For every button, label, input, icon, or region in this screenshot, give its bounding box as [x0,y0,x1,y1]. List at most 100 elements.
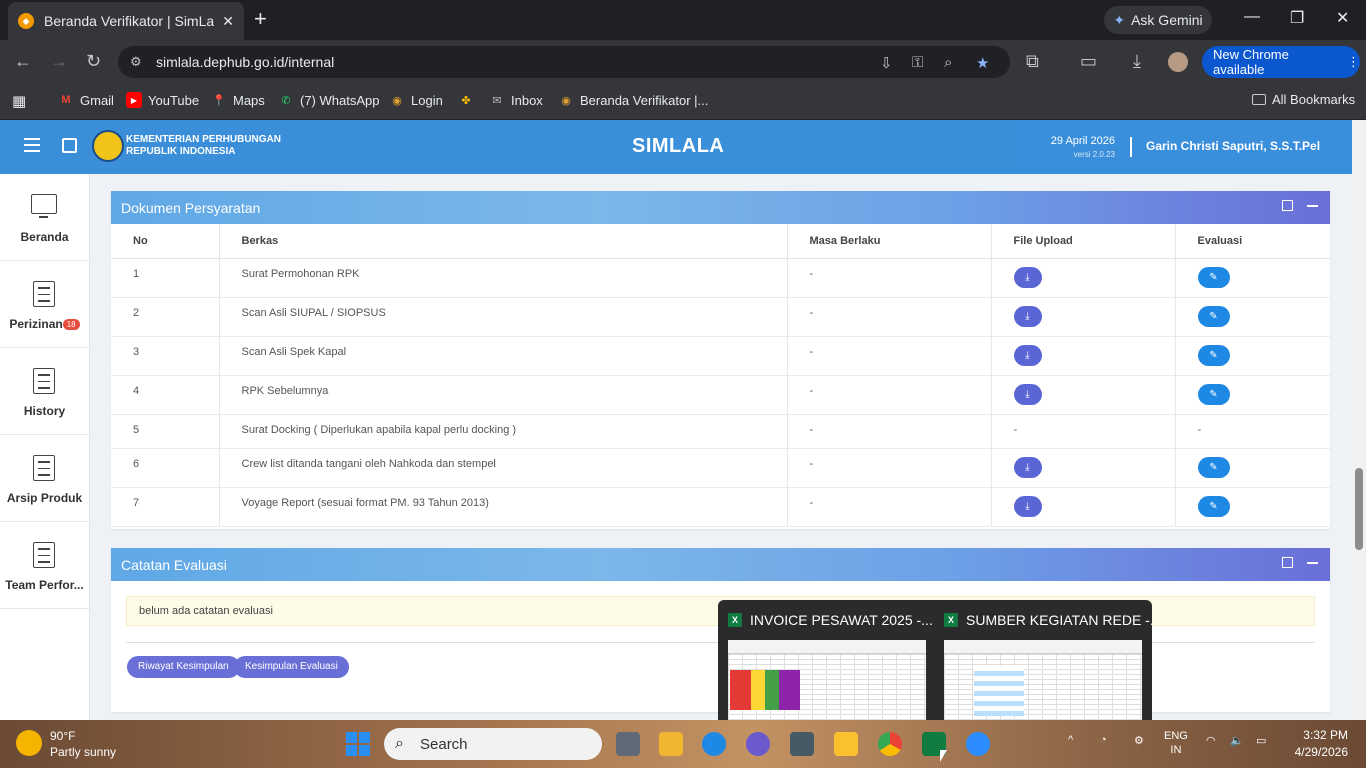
apps-grid-icon[interactable]: ▦ [12,92,26,110]
more-menu-icon: ⋮ [1347,54,1360,69]
ask-gemini-button[interactable]: ✦ Ask Gemini [1104,6,1212,34]
fullscreen-icon[interactable] [62,138,77,153]
file-upload-cell: ⤓ [990,297,1175,337]
org-line-2: REPUBLIK INDONESIA [126,146,236,157]
forward-icon[interactable]: → [50,52,68,70]
edit-icon[interactable]: ✎ [1197,383,1230,405]
show-hidden-icons[interactable]: ^ [1068,734,1073,746]
camera-app-icon[interactable] [790,732,814,756]
perizinan-label: Perizinan [9,317,63,331]
monitor-icon [31,194,57,218]
table-row: 6 Crew list ditanda tangani oleh Nahkoda … [111,448,1330,488]
download-icon[interactable]: ⤓ [1013,266,1042,288]
tab-close-icon[interactable]: ✕ [222,13,234,30]
bookmark-star-icon[interactable]: ★ [976,54,989,72]
page-scrollbar[interactable] [1352,120,1366,720]
restore-icon[interactable]: ❐ [1290,8,1304,28]
user-name[interactable]: Garin Christi Saputri, S.S.T.Pel [1146,139,1320,153]
window-preview[interactable]: X INVOICE PESAWAT 2025 -... [718,600,933,720]
download-icon[interactable]: ⤓ [1013,495,1042,517]
column-header-masa-berlaku: Masa Berlaku [786,224,991,259]
download-icon[interactable]: ⤓ [1013,344,1042,366]
zoom-app-icon[interactable] [966,732,990,756]
windows-start-icon[interactable] [346,732,370,756]
bookmark-inbox[interactable]: ✉ Inbox [489,92,542,108]
sidebar-item-label: Beranda [20,230,69,244]
chrome-icon[interactable] [878,732,902,756]
sidebar-item-team-performance[interactable]: Team Perfor... [0,522,89,609]
new-chrome-available-button[interactable]: New Chrome available ⋮ [1202,46,1360,78]
weather-condition: Partly sunny [50,745,117,759]
taskbar-clock[interactable]: 3:32 PM 4/29/2026 [1295,727,1348,761]
browser-tab-active[interactable]: ◆ Beranda Verifikator | SimLala ✕ [8,2,244,40]
settings-gear-icon[interactable]: ⚙ [1134,734,1144,747]
install-app-icon[interactable]: ⇩ [880,54,893,72]
download-icon[interactable]: ⤓ [1013,383,1042,405]
minimize-icon[interactable]: — [1244,8,1260,26]
bookmark-maps[interactable]: 📍 Maps [211,92,265,108]
sidebar-item-arsip-produk[interactable]: Arsip Produk [0,435,89,522]
extensions-icon[interactable]: ⧉ [1026,52,1039,70]
wifi-icon[interactable]: ◠ [1206,734,1216,747]
table-row: 5 Surat Docking ( Diperlukan apabila kapa… [111,414,1330,449]
collapse-icon[interactable] [1307,562,1318,564]
row-number: 4 [111,375,219,415]
password-key-icon[interactable]: ⚿ [912,54,923,71]
kesimpulan-evaluasi-button[interactable]: Kesimpulan Evaluasi [234,656,349,678]
browser-tab-bar: ◆ Beranda Verifikator | SimLala ✕ + ✦ As… [0,0,1366,40]
bookmark-whatsapp[interactable]: ✆ (7) WhatsApp [278,92,379,108]
window-close-icon[interactable]: ✕ [1336,8,1349,28]
volume-icon[interactable]: 🔈 [1230,734,1244,747]
bookmark-photos[interactable]: ✤ [458,92,480,108]
gemini-sparkle-icon: ✦ [1113,11,1126,28]
language-indicator[interactable]: ENG IN [1164,729,1188,757]
bookmark-login[interactable]: ◉ Login [389,92,443,108]
profile-avatar[interactable] [1168,52,1188,72]
row-number: 3 [111,336,219,376]
taskbar-search[interactable]: ⌕ Search [384,728,602,760]
edit-icon[interactable]: ✎ [1197,266,1230,288]
sidebar-item-perizinan[interactable]: Perizinan 18 [0,261,89,348]
sticky-notes-icon[interactable] [834,732,858,756]
scrollbar-thumb[interactable] [1355,468,1363,550]
download-icon[interactable]: ⤓ [1013,305,1042,327]
expand-icon[interactable] [1282,200,1293,211]
document-icon [33,281,55,307]
new-tab-icon[interactable]: + [254,8,267,30]
bookmark-gmail[interactable]: M Gmail [58,92,114,108]
sidebar-item-label: Arsip Produk [6,491,83,505]
clock-date: 4/29/2026 [1294,745,1348,759]
edit-icon[interactable]: ✎ [1197,456,1230,478]
cast-icon[interactable]: ▭ [1080,52,1097,70]
reload-icon[interactable]: ↻ [86,52,101,70]
edit-icon[interactable]: ✎ [1197,344,1230,366]
expand-icon[interactable] [1282,557,1293,568]
all-bookmarks[interactable]: All Bookmarks [1252,92,1355,107]
tray-app-icon[interactable]: ◔ [1100,734,1107,746]
back-icon[interactable]: ← [14,52,32,70]
file-explorer-icon[interactable] [659,732,683,756]
site-info-icon[interactable]: ⚙ [130,54,146,70]
edit-icon[interactable]: ✎ [1197,305,1230,327]
hamburger-menu-icon[interactable] [24,138,40,152]
bookmark-beranda-verifikator[interactable]: ◉ Beranda Verifikator |... [558,92,708,108]
sidebar-item-beranda[interactable]: Beranda [0,174,89,261]
weather-widget[interactable]: 90°F Partly sunny [16,728,116,760]
edge-icon[interactable] [702,732,726,756]
download-icon[interactable]: ⤓ [1013,456,1042,478]
clock-time: 3:32 PM [1303,728,1348,742]
copilot-icon[interactable] [746,732,770,756]
sidebar-item-history[interactable]: History [0,348,89,435]
zoom-icon[interactable]: ⌕ [944,54,952,71]
task-view-icon[interactable] [616,732,640,756]
bookmark-youtube[interactable]: ▶ YouTube [126,92,199,108]
address-bar[interactable]: ⚙ simlala.dephub.go.id/internal ⇩ ⚿ ⌕ ★ [118,46,1010,78]
battery-icon[interactable]: ▭ [1256,734,1266,747]
collapse-icon[interactable] [1307,205,1318,207]
riwayat-kesimpulan-button[interactable]: Riwayat Kesimpulan [127,656,240,678]
evaluation-cell: ✎ [1174,297,1330,337]
window-preview[interactable]: X SUMBER KEGIATAN REDE -... [934,600,1162,720]
table-row: 7 Voyage Report (sesuai format PM. 93 Tah… [111,487,1330,527]
edit-icon[interactable]: ✎ [1197,495,1230,517]
downloads-icon[interactable]: ⤓ [1133,52,1141,70]
